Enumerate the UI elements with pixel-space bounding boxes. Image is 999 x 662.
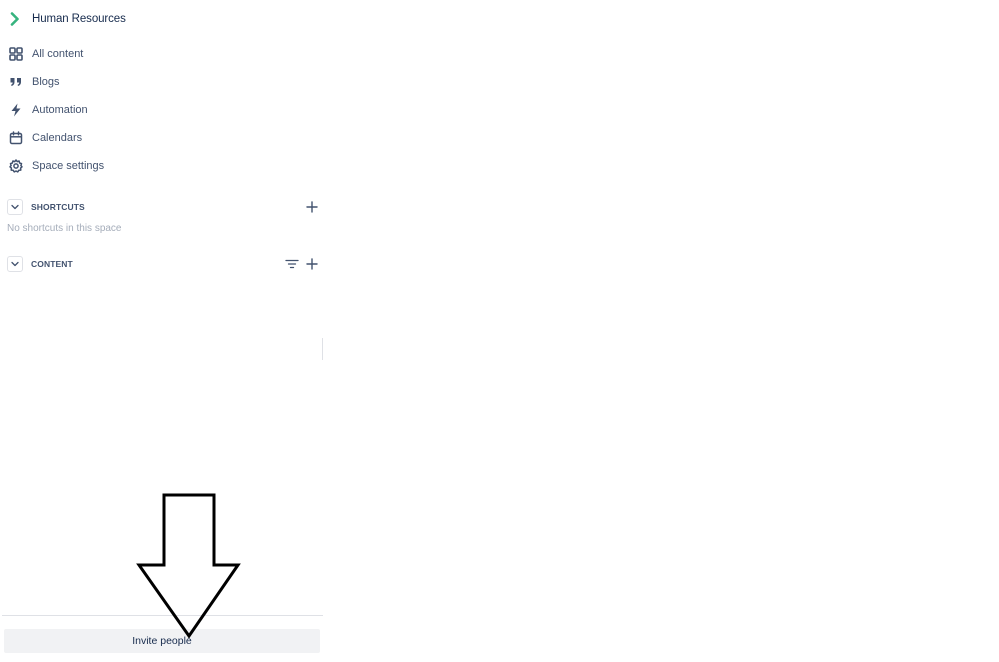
nav-item-blogs[interactable]: Blogs: [8, 73, 60, 91]
filter-content-button[interactable]: [285, 257, 299, 271]
gear-icon: [8, 158, 24, 174]
nav-item-all-content[interactable]: All content: [8, 45, 83, 63]
space-header[interactable]: Human Resources: [8, 10, 126, 28]
grid-icon: [8, 46, 24, 62]
quote-icon: [8, 74, 24, 90]
chevron-down-icon: [11, 261, 19, 267]
lightning-icon: [8, 102, 24, 118]
nav-item-space-settings[interactable]: Space settings: [8, 157, 104, 175]
content-actions: [285, 257, 319, 271]
chevron-down-icon: [11, 204, 19, 210]
nav-item-label: Space settings: [32, 160, 105, 172]
nav-item-label: Automation: [32, 104, 88, 116]
add-content-button[interactable]: [305, 257, 319, 271]
shortcuts-section-header: SHORTCUTS: [7, 198, 319, 216]
filter-icon: [285, 259, 299, 269]
nav-item-label: Calendars: [32, 132, 83, 144]
space-title[interactable]: Human Resources: [32, 13, 126, 25]
nav-item-calendars[interactable]: Calendars: [8, 129, 82, 147]
content-section-title: CONTENT: [31, 259, 73, 269]
plus-icon: [306, 201, 318, 213]
down-arrow-annotation: [136, 493, 241, 639]
chevron-right-icon: [8, 11, 22, 27]
nav-item-label: Blogs: [32, 76, 60, 88]
content-collapse-button[interactable]: [7, 256, 23, 272]
calendar-icon: [8, 130, 24, 146]
add-shortcut-button[interactable]: [305, 200, 319, 214]
nav-item-label: All content: [32, 48, 84, 60]
plus-icon: [306, 258, 318, 270]
shortcuts-collapse-button[interactable]: [7, 199, 23, 215]
content-section-header: CONTENT: [7, 255, 319, 273]
shortcuts-empty-text: No shortcuts in this space: [7, 223, 122, 234]
shortcuts-section-title: SHORTCUTS: [31, 202, 85, 212]
sidebar-resize-handle[interactable]: [322, 338, 323, 360]
shortcuts-actions: [305, 200, 319, 214]
nav-item-automation[interactable]: Automation: [8, 101, 88, 119]
